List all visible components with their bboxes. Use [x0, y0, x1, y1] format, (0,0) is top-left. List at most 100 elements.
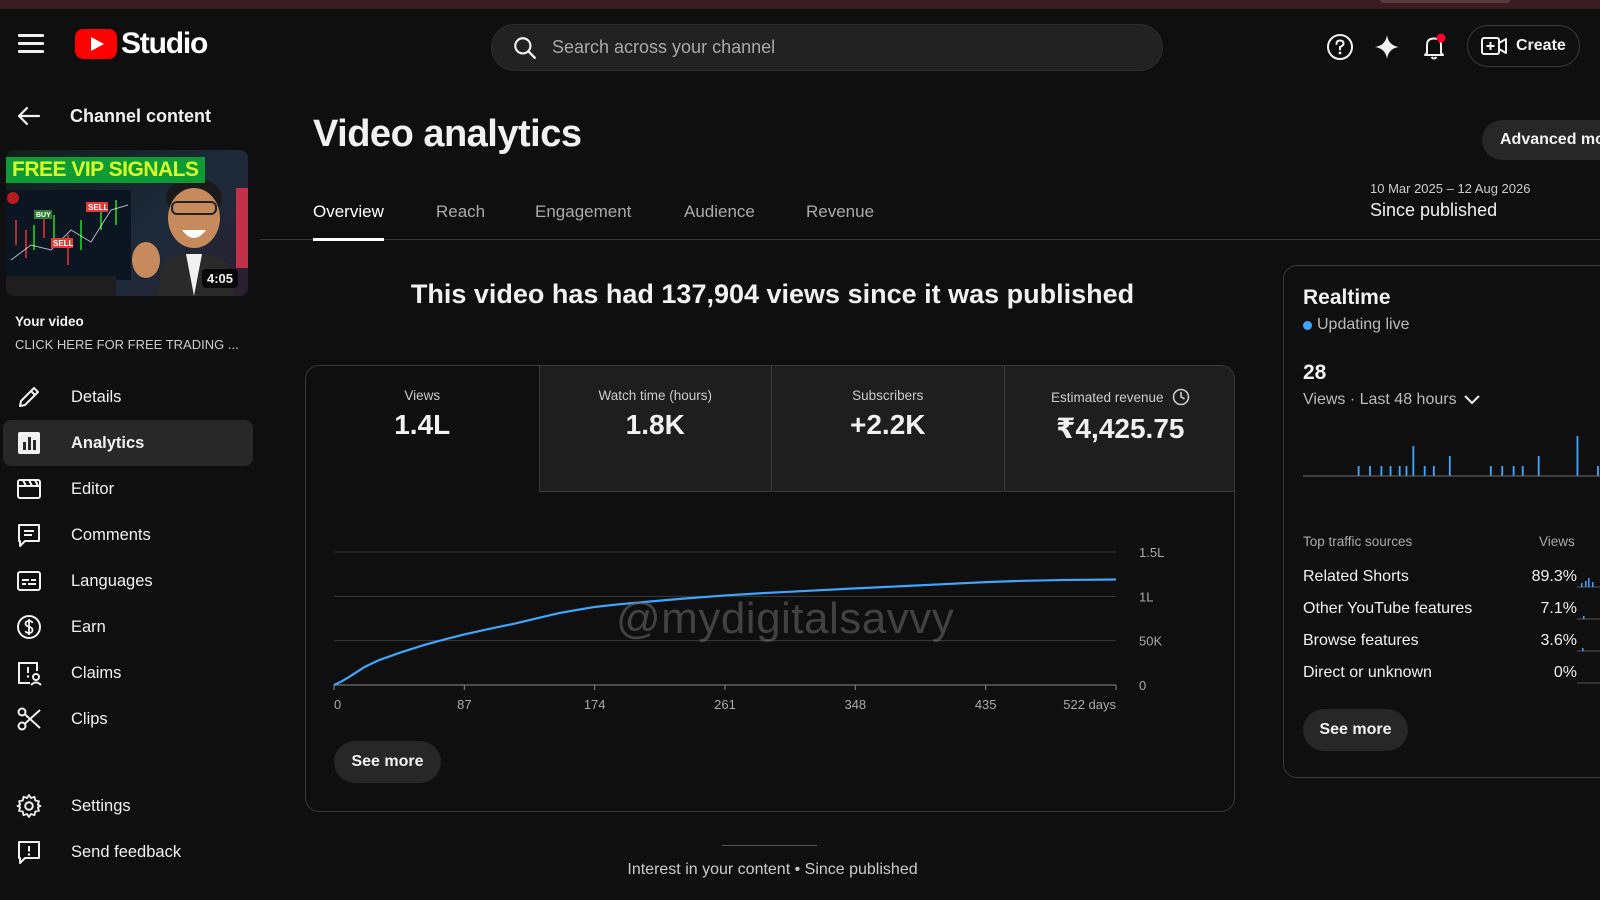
claims-icon — [18, 662, 42, 686]
sidebar-item-earn[interactable]: Earn — [3, 604, 253, 650]
comments-icon — [18, 524, 40, 547]
metric-tabs: Views 1.4L Watch time (hours) 1.8K Subsc… — [306, 366, 1234, 492]
section-divider — [722, 845, 817, 846]
tab-reach[interactable]: Reach — [436, 189, 485, 240]
metric-value: +2.2K — [850, 409, 926, 440]
gear-icon — [16, 794, 42, 818]
see-more-button[interactable]: See more — [334, 741, 441, 783]
metric-watch-time[interactable]: Watch time (hours) 1.8K — [538, 366, 771, 492]
traffic-sparkline — [1577, 616, 1600, 620]
realtime-bar — [1512, 466, 1515, 476]
top-strip — [0, 0, 1600, 9]
realtime-title: Realtime — [1303, 286, 1391, 309]
sidebar-item-claims[interactable]: Claims — [3, 650, 253, 696]
search-input[interactable] — [552, 37, 1112, 58]
top-bar: Studio Create — [0, 9, 1600, 83]
svg-text:BUY: BUY — [36, 212, 51, 219]
sidebar-item-send-feedback[interactable]: Send feedback — [3, 829, 253, 875]
traffic-source: Direct or unknown — [1303, 664, 1432, 681]
realtime-live-indicator: Updating live — [1303, 316, 1410, 334]
traffic-pct: 3.6% — [1540, 632, 1577, 649]
x-tick-label: 0 — [334, 697, 341, 712]
chevron-down-icon — [1463, 395, 1480, 405]
sidebar-item-clips[interactable]: Clips — [3, 696, 253, 742]
pencil-icon — [19, 387, 39, 407]
tab-engagement[interactable]: Engagement — [535, 189, 631, 240]
x-tick-label: 348 — [844, 697, 866, 712]
video-title[interactable]: CLICK HERE FOR FREE TRADING ... — [15, 337, 245, 352]
realtime-bar — [1576, 436, 1579, 476]
create-video-icon — [1481, 37, 1507, 55]
metric-subscribers[interactable]: Subscribers +2.2K — [771, 366, 1004, 492]
live-dot-icon — [1303, 320, 1312, 330]
traffic-pct: 89.3% — [1531, 568, 1577, 585]
tab-audience[interactable]: Audience — [684, 189, 755, 240]
advanced-mode-button[interactable]: Advanced mode — [1482, 120, 1600, 160]
realtime-bar — [1380, 466, 1383, 476]
traffic-sparkline — [1577, 682, 1600, 684]
sidebar-item-languages[interactable]: Languages — [3, 558, 253, 604]
sidebar-item-label: Details — [71, 387, 122, 406]
realtime-card: Realtime Updating live 28 Views · Last 4… — [1283, 265, 1600, 778]
sidebar-item-editor[interactable]: Editor — [3, 466, 253, 512]
sidebar-item-label: Claims — [71, 663, 122, 682]
menu-icon[interactable] — [18, 34, 44, 54]
realtime-bar — [1521, 466, 1524, 476]
back-arrow-icon[interactable] — [16, 103, 42, 129]
realtime-bar — [1398, 466, 1401, 476]
page-title: Video analytics — [313, 113, 582, 155]
traffic-row: Direct or unknown 0% — [1303, 664, 1600, 686]
sidebar-item-analytics[interactable]: Analytics — [3, 420, 253, 466]
realtime-bar-chart — [1303, 436, 1600, 477]
overview-card: Views 1.4L Watch time (hours) 1.8K Subsc… — [305, 365, 1235, 812]
realtime-views-count: 28 — [1303, 361, 1327, 384]
search-bar[interactable] — [491, 24, 1163, 71]
tab-revenue[interactable]: Revenue — [806, 189, 874, 240]
thumbnail-banner: FREE VIP SIGNALS — [6, 157, 205, 183]
traffic-source: Related Shorts — [1303, 568, 1409, 585]
feedback-icon — [18, 841, 40, 864]
sidebar: Channel content SELL BUY SELL FREE VIP S… — [0, 83, 260, 900]
tab-overview[interactable]: Overview — [313, 189, 384, 241]
sidebar-item-details[interactable]: Details — [3, 374, 253, 420]
clock-icon — [1172, 388, 1189, 406]
traffic-header-views: Views — [1539, 534, 1575, 549]
traffic-sources-header: Top traffic sources Views — [1303, 534, 1600, 549]
search-icon — [514, 36, 536, 59]
youtube-logo-icon — [75, 29, 117, 59]
svg-text:SELL: SELL — [53, 239, 74, 248]
metric-estimated-revenue[interactable]: Estimated revenue ₹4,425.75 — [1003, 366, 1234, 492]
x-tick-label: 174 — [584, 697, 606, 712]
editor-icon — [17, 479, 41, 499]
create-label: Create — [1516, 37, 1566, 54]
realtime-bar — [1432, 466, 1435, 476]
traffic-pct: 7.1% — [1540, 600, 1577, 617]
sidebar-item-label: Send feedback — [71, 842, 182, 861]
subtitles-icon — [17, 571, 41, 591]
interest-caption: Interest in your content • Since publish… — [627, 861, 918, 878]
sidebar-item-label: Editor — [71, 479, 115, 498]
scissors-icon — [17, 707, 41, 731]
sidebar-title: Channel content — [70, 105, 212, 126]
realtime-period-dropdown[interactable]: Views · Last 48 hours — [1303, 391, 1481, 409]
sparkle-icon[interactable] — [1371, 31, 1403, 63]
create-button[interactable]: Create — [1467, 25, 1580, 67]
notifications-icon[interactable] — [1418, 31, 1450, 63]
traffic-source: Browse features — [1303, 632, 1419, 649]
traffic-sparkline — [1577, 578, 1600, 588]
sidebar-item-settings[interactable]: Settings — [3, 783, 253, 829]
main-content: Video analytics Advanced mode 10 Mar 202… — [260, 83, 1600, 900]
realtime-see-more-button[interactable]: See more — [1303, 709, 1408, 751]
x-tick-label: 522 days — [1063, 697, 1116, 712]
realtime-bar — [1423, 466, 1426, 476]
your-video-label: Your video — [15, 314, 84, 329]
realtime-bar — [1412, 446, 1415, 476]
studio-logo[interactable]: Studio — [75, 27, 208, 61]
video-thumbnail[interactable]: SELL BUY SELL FREE VIP SIGNALS 4:05 — [6, 150, 248, 296]
metric-views[interactable]: Views 1.4L — [306, 366, 539, 492]
help-icon[interactable] — [1324, 31, 1356, 63]
realtime-bar — [1357, 466, 1360, 476]
traffic-pct: 0% — [1553, 664, 1577, 681]
realtime-bar — [1489, 466, 1492, 476]
sidebar-item-comments[interactable]: Comments — [3, 512, 253, 558]
